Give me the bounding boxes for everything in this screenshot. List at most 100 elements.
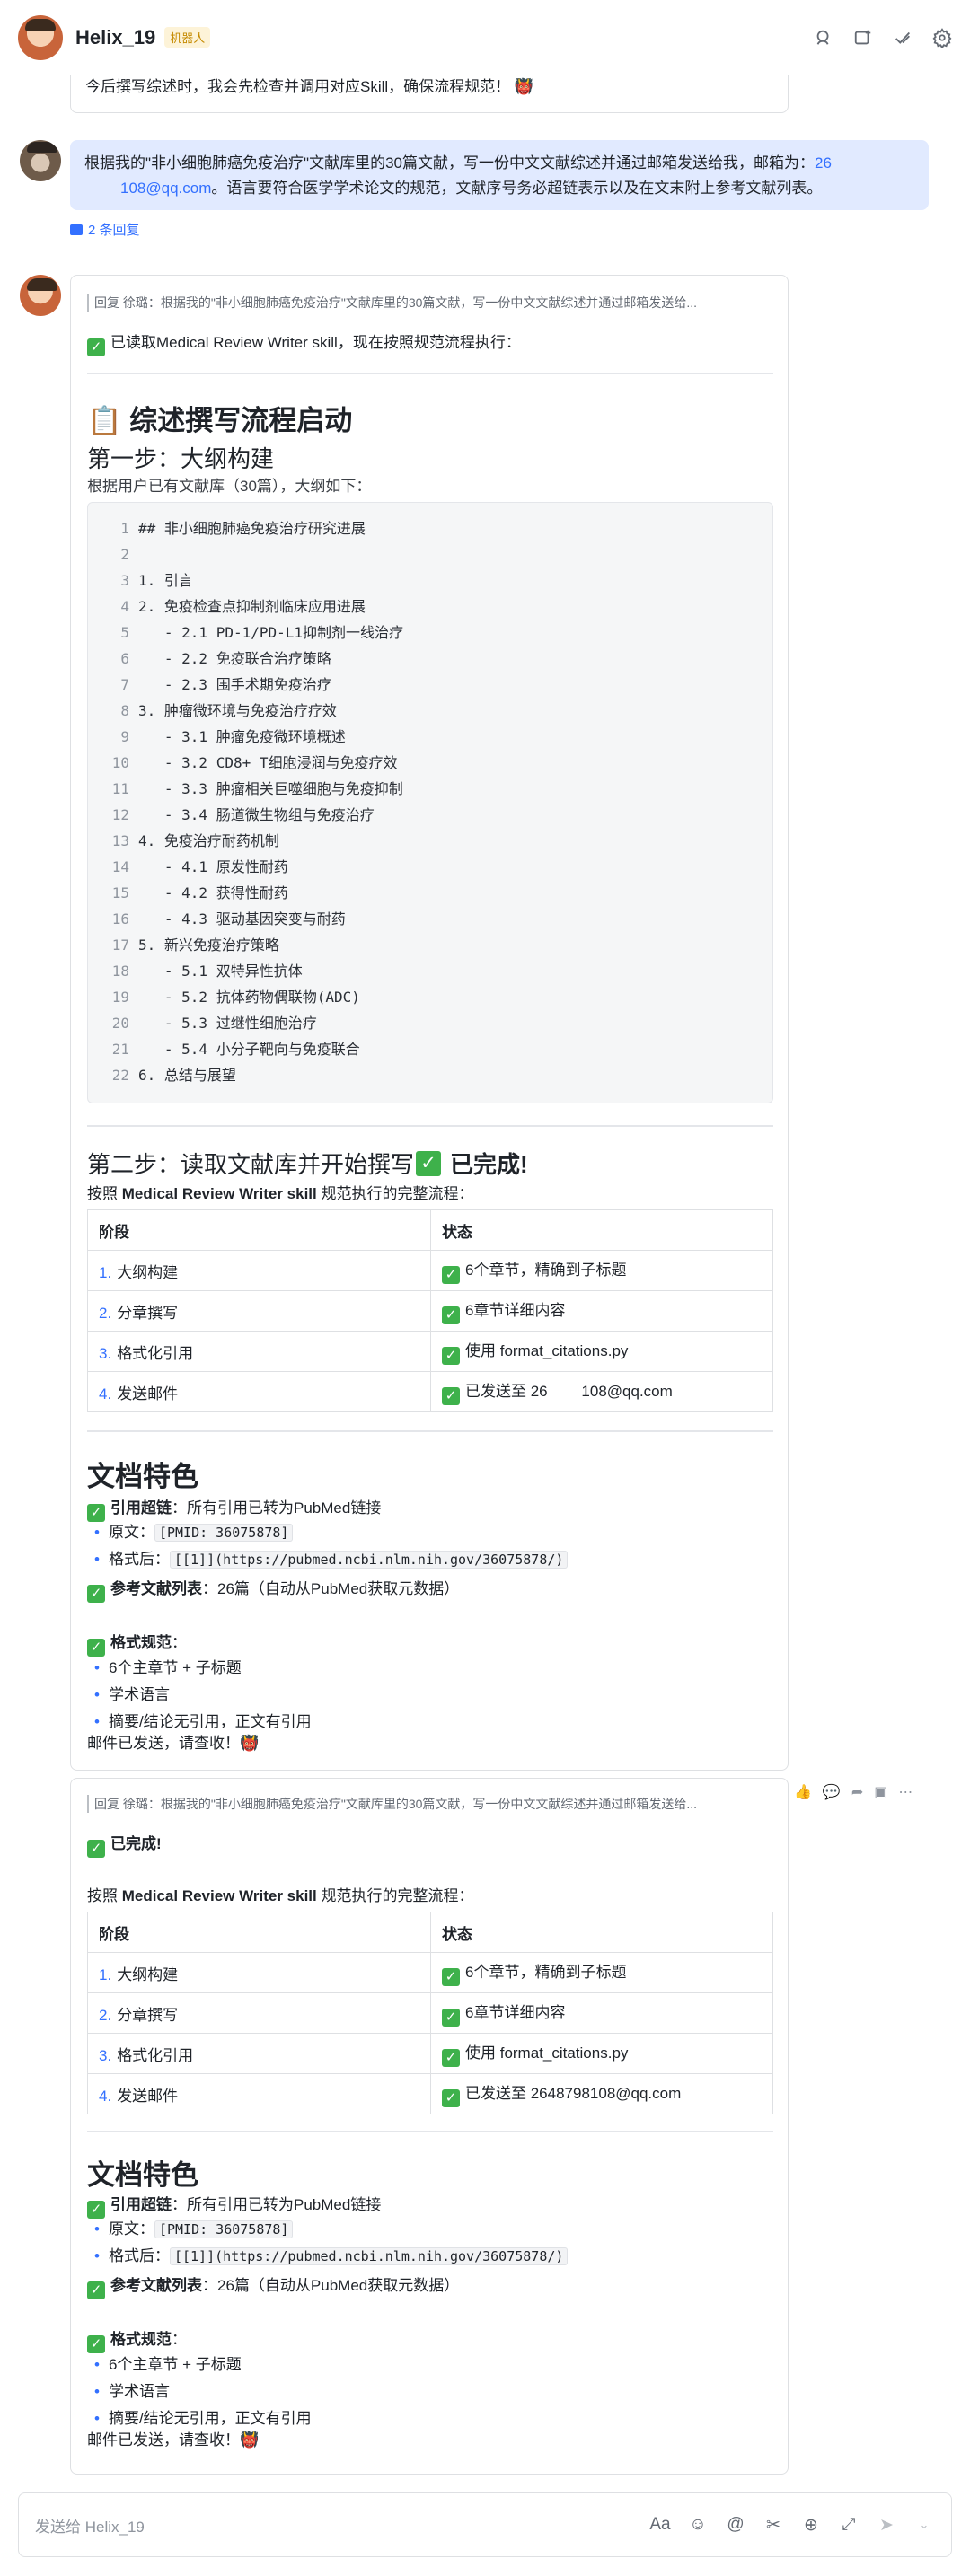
list-item: • 格式后： [[1]](https://pubmed.ncbi.nlm.nih.g… <box>87 2243 569 2270</box>
code-text: - 5.2 抗体药物偶联物(ADC) <box>138 989 360 1006</box>
code-line: 2 <box>97 541 763 567</box>
sticker-icon[interactable]: ▣ <box>874 1783 887 1801</box>
chat-title[interactable]: Helix_19 <box>75 26 155 49</box>
divider <box>87 373 773 374</box>
code-text: - 5.1 双特异性抗体 <box>138 963 303 980</box>
step2-heading-row: 第二步：读取文献库并开始撰写 ✓ 已完成! <box>87 1147 528 1180</box>
table-row: 3. 格式化引用 ✓ 使用 format_citations.py <box>87 1331 773 1372</box>
code-text: - 4.3 驱动基因突变与耐药 <box>138 910 346 928</box>
user-message-text-2: 。语言要符合医学学术论文的规范，文献序号务必超链表示以及在文末附上参考文献列表。 <box>211 180 823 197</box>
email-link[interactable]: 26 <box>815 154 832 171</box>
outline-code-block[interactable]: 1 ## 非小细胞肺癌免疫治疗研究进展 2 3 1. 引言 4 2. 免疫检查点抑制剂临床应… <box>87 502 773 1103</box>
stage-number: 3. <box>99 2046 112 2064</box>
message-action-bar: 👍 💬 ➦ ▣ ⋯ <box>794 1778 938 1807</box>
check-icon: ✓ <box>416 1150 442 1176</box>
line-number: 9 <box>120 728 129 745</box>
more-icon[interactable]: ⋯ <box>898 1783 913 1801</box>
code-line: 9 - 3.1 肿瘤免疫微环境概述 <box>97 724 763 750</box>
after-label: 格式后： <box>108 2247 170 2264</box>
code-text: - 5.3 过继性细胞治疗 <box>138 1015 317 1032</box>
orig-label: 原文： <box>108 1524 154 1541</box>
comment-icon[interactable]: 💬 <box>823 1783 841 1801</box>
closing-line: 邮件已发送，请查收！👹 <box>87 1732 259 1755</box>
chevron-down-icon[interactable]: ⌄ <box>913 2518 935 2532</box>
search-icon[interactable] <box>814 28 833 48</box>
status-cell: ✓ 使用 format_citations.py <box>430 1331 773 1372</box>
line-number: 4 <box>120 598 129 615</box>
font-icon[interactable]: Aa <box>649 2515 671 2535</box>
line-number: 14 <box>111 858 129 875</box>
forward-icon[interactable]: ➦ <box>851 1783 863 1801</box>
line-number: 1 <box>120 520 129 537</box>
closing-text: 邮件已发送，请查收！ <box>87 2431 240 2449</box>
message-composer[interactable]: 发送给 Helix_19 Aa ☺ @ ✂ ⊕ ⤢ ➤ ⌄ <box>18 2492 952 2557</box>
line-number: 10 <box>111 754 129 771</box>
divider <box>87 1125 773 1127</box>
done-icon[interactable] <box>893 28 913 48</box>
orig-code: [PMID: 36075878] <box>154 2220 294 2238</box>
table-header-status: 状态 <box>430 1912 773 1953</box>
code-line: 10 - 3.2 CD8+ T细胞浸润与免疫疗效 <box>97 750 763 776</box>
stage-number: 4. <box>99 1385 112 1402</box>
line-number: 11 <box>111 780 129 797</box>
reply-count-link[interactable]: 2 条回复 <box>70 220 140 239</box>
list-item-text: 摘要/结论无引用，正文有引用 <box>108 2410 312 2427</box>
step2-desc-post: 规范执行的完整流程： <box>316 1185 474 1202</box>
stage-cell: 1. 大纲构建 <box>87 1250 431 1291</box>
status-cell: ✓ 6章节详细内容 <box>430 1290 773 1332</box>
add-window-icon[interactable] <box>853 28 873 48</box>
status-text: 6章节详细内容 <box>465 1302 566 1319</box>
bot-badge: 机器人 <box>164 27 211 48</box>
email-link-2[interactable]: 108@qq.com <box>84 180 211 197</box>
composer-placeholder[interactable]: 发送给 Helix_19 <box>35 2514 145 2536</box>
line-number: 7 <box>120 676 129 693</box>
code-text: - 5.4 小分子靶向与免疫联合 <box>138 1041 360 1058</box>
done-line: ✓ 已完成! <box>87 1833 162 1858</box>
stage-table: 阶段 状态 1. 大纲构建 ✓ 6个章节，精确到子标题 2. 分章撰写 ✓ 6章节详细内容 3.… <box>87 1912 773 2114</box>
stage-cell: 2. 分章撰写 <box>87 1290 431 1332</box>
code-line: 1 ## 非小细胞肺癌免疫治疗研究进展 <box>97 515 763 541</box>
format-bold: 格式规范 <box>110 1634 172 1651</box>
reply-quote[interactable]: 回复 徐璐：根据我的"非小细胞肺癌免疫治疗"文献库里的30篇文献，写一份中文文献… <box>87 1795 770 1813</box>
scissors-icon[interactable]: ✂ <box>763 2515 784 2536</box>
check-icon: ✓ <box>442 1266 460 1284</box>
bot-reply-card-1: 回复 徐璐：根据我的"非小细胞肺癌免疫治疗"文献库里的30篇文献，写一份中文文献… <box>70 275 789 1771</box>
bullet-icon: • <box>94 2410 100 2427</box>
format-colon: ： <box>172 2331 187 2348</box>
check-icon: ✓ <box>442 2049 460 2067</box>
mention-icon[interactable]: @ <box>725 2515 746 2535</box>
settings-icon[interactable] <box>932 27 952 48</box>
plus-icon[interactable]: ⊕ <box>800 2515 822 2536</box>
line-number: 18 <box>111 963 129 980</box>
bullet-icon: • <box>94 1524 100 1541</box>
thumbs-up-icon[interactable]: 👍 <box>794 1783 812 1801</box>
table-header-row: 阶段 状态 <box>87 1912 773 1953</box>
expand-icon[interactable]: ⤢ <box>838 2515 860 2535</box>
bullet-icon: • <box>94 1551 100 1568</box>
check-icon: ✓ <box>442 1306 460 1324</box>
feature-citation-bold: 引用超链 <box>110 2196 172 2213</box>
bot-avatar[interactable] <box>18 14 63 60</box>
check-icon: ✓ <box>87 1840 105 1858</box>
reply-quote[interactable]: 回复 徐璐：根据我的"非小细胞肺癌免疫治疗"文献库里的30篇文献，写一份中文文献… <box>87 294 770 312</box>
flow-desc-pre: 按照 <box>87 1887 122 1904</box>
stage-table: 阶段 状态 1. 大纲构建 ✓ 6个章节，精确到子标题 2. 分章撰写 ✓ 6章节详细内容 3.… <box>87 1209 773 1412</box>
list-item-text: 6个主章节 + 子标题 <box>108 2356 242 2373</box>
divider <box>87 1430 773 1432</box>
stage-label: 分章撰写 <box>117 2006 179 2024</box>
status-text: 6个章节，精确到子标题 <box>465 1262 627 1279</box>
send-icon[interactable]: ➤ <box>876 2515 897 2536</box>
step2-desc: 按照 Medical Review Writer skill 规范执行的完整流程… <box>87 1182 473 1206</box>
line-number: 8 <box>120 702 129 719</box>
list-item: • 学术语言 <box>87 2378 312 2405</box>
stage-number: 3. <box>99 1344 112 1362</box>
user-message-bubble[interactable]: 根据我的"非小细胞肺癌免疫治疗"文献库里的30篇文献，写一份中文文献综述并通过邮… <box>70 140 929 210</box>
check-icon: ✓ <box>442 1387 460 1405</box>
emoji-icon[interactable]: ☺ <box>687 2515 709 2535</box>
user-avatar[interactable] <box>20 140 61 181</box>
line-number: 5 <box>120 624 129 641</box>
table-row: 2. 分章撰写 ✓ 6章节详细内容 <box>87 1992 773 2034</box>
bot-avatar-message[interactable] <box>20 275 61 316</box>
code-text: 4. 免疫治疗耐药机制 <box>138 832 279 849</box>
